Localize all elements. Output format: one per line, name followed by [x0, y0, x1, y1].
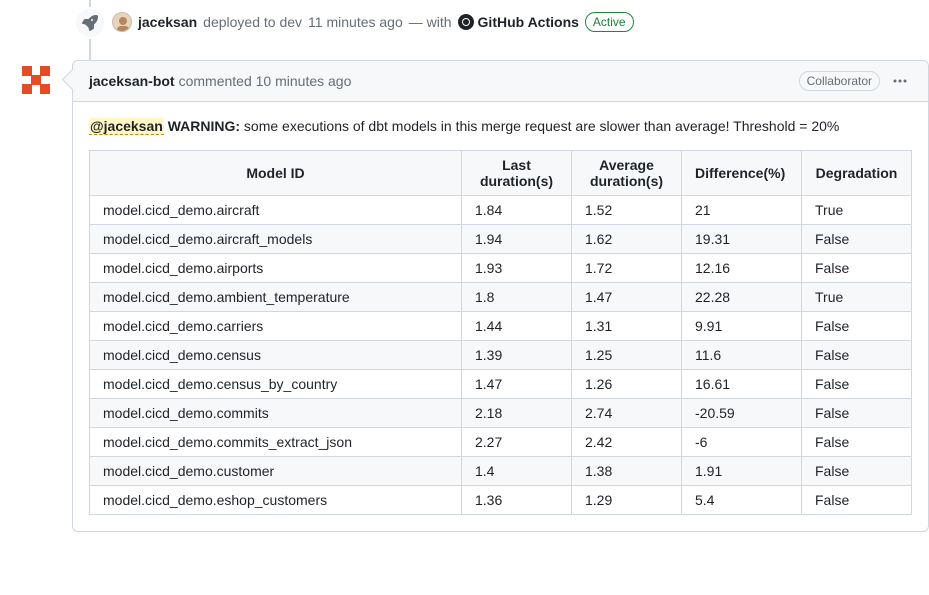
table-row: model.cicd_demo.eshop_customers1.361.295… [90, 486, 912, 515]
status-badge: Active [585, 12, 634, 32]
comment-time-link[interactable]: 10 minutes ago [256, 73, 352, 89]
cell-avg: 1.31 [572, 312, 682, 341]
cell-last: 1.44 [462, 312, 572, 341]
cell-diff: 16.61 [682, 370, 802, 399]
table-row: model.cicd_demo.carriers1.441.319.91Fals… [90, 312, 912, 341]
cell-model_id: model.cicd_demo.ambient_temperature [90, 283, 462, 312]
table-row: model.cicd_demo.customer1.41.381.91False [90, 457, 912, 486]
collaborator-badge: Collaborator [799, 71, 880, 91]
cell-diff: 19.31 [682, 225, 802, 254]
cell-last: 1.8 [462, 283, 572, 312]
cell-model_id: model.cicd_demo.aircraft [90, 196, 462, 225]
cell-last: 2.27 [462, 428, 572, 457]
table-row: model.cicd_demo.census_by_country1.471.2… [90, 370, 912, 399]
col-model-id: Model ID [90, 151, 462, 196]
table-row: model.cicd_demo.ambient_temperature1.81.… [90, 283, 912, 312]
cell-deg: False [802, 399, 912, 428]
deploy-time-link[interactable]: 11 minutes ago [308, 14, 403, 30]
warning-text: some executions of dbt models in this me… [244, 118, 839, 134]
cell-deg: True [802, 196, 912, 225]
cell-deg: False [802, 225, 912, 254]
rocket-icon [74, 7, 106, 39]
cell-model_id: model.cicd_demo.commits [90, 399, 462, 428]
performance-table: Model ID Last duration(s) Average durati… [89, 150, 912, 515]
cell-diff: 11.6 [682, 341, 802, 370]
cell-last: 1.94 [462, 225, 572, 254]
cell-avg: 2.74 [572, 399, 682, 428]
cell-diff: 21 [682, 196, 802, 225]
cell-last: 1.47 [462, 370, 572, 399]
cell-avg: 1.47 [572, 283, 682, 312]
bot-avatar[interactable] [16, 60, 56, 100]
cell-model_id: model.cicd_demo.census [90, 341, 462, 370]
cell-deg: False [802, 254, 912, 283]
comment-body: @jaceksan WARNING: some executions of db… [73, 102, 928, 531]
col-diff: Difference(%) [682, 151, 802, 196]
cell-last: 1.4 [462, 457, 572, 486]
table-row: model.cicd_demo.aircraft1.841.5221True [90, 196, 912, 225]
cell-model_id: model.cicd_demo.census_by_country [90, 370, 462, 399]
cell-avg: 1.25 [572, 341, 682, 370]
cell-deg: False [802, 341, 912, 370]
cell-avg: 1.62 [572, 225, 682, 254]
avatar[interactable] [112, 12, 132, 32]
table-row: model.cicd_demo.airports1.931.7212.16Fal… [90, 254, 912, 283]
cell-diff: -20.59 [682, 399, 802, 428]
cell-diff: 9.91 [682, 312, 802, 341]
col-last: Last duration(s) [462, 151, 572, 196]
cell-avg: 1.26 [572, 370, 682, 399]
table-row: model.cicd_demo.aircraft_models1.941.621… [90, 225, 912, 254]
cell-last: 1.36 [462, 486, 572, 515]
comment-container: jaceksan-bot commented 10 minutes ago Co… [72, 60, 929, 532]
cell-last: 1.39 [462, 341, 572, 370]
cell-deg: False [802, 428, 912, 457]
cell-diff: 12.16 [682, 254, 802, 283]
cell-avg: 1.72 [572, 254, 682, 283]
cell-avg: 2.42 [572, 428, 682, 457]
cell-deg: False [802, 370, 912, 399]
cell-model_id: model.cicd_demo.commits_extract_json [90, 428, 462, 457]
cell-model_id: model.cicd_demo.customer [90, 457, 462, 486]
user-mention-link[interactable]: @jaceksan [89, 118, 164, 135]
cell-model_id: model.cicd_demo.airports [90, 254, 462, 283]
cell-diff: 22.28 [682, 283, 802, 312]
cell-model_id: model.cicd_demo.aircraft_models [90, 225, 462, 254]
table-row: model.cicd_demo.census1.391.2511.6False [90, 341, 912, 370]
table-row: model.cicd_demo.commits2.182.74-20.59Fal… [90, 399, 912, 428]
deploy-author-link[interactable]: jaceksan [138, 14, 197, 30]
kebab-menu-icon[interactable] [888, 69, 912, 93]
github-actions-link[interactable]: GitHub Actions [458, 14, 579, 30]
commented-label: commented [179, 73, 252, 89]
cell-deg: False [802, 457, 912, 486]
deploy-text: deployed to dev [203, 14, 302, 30]
cell-last: 1.84 [462, 196, 572, 225]
cell-avg: 1.29 [572, 486, 682, 515]
cell-model_id: model.cicd_demo.eshop_customers [90, 486, 462, 515]
cell-diff: 1.91 [682, 457, 802, 486]
cell-last: 1.93 [462, 254, 572, 283]
cell-last: 2.18 [462, 399, 572, 428]
table-row: model.cicd_demo.commits_extract_json2.27… [90, 428, 912, 457]
cell-diff: 5.4 [682, 486, 802, 515]
with-separator: — with [409, 14, 452, 30]
cell-model_id: model.cicd_demo.carriers [90, 312, 462, 341]
col-avg: Average duration(s) [572, 151, 682, 196]
warning-line: @jaceksan WARNING: some executions of db… [89, 118, 912, 134]
cell-avg: 1.38 [572, 457, 682, 486]
github-actions-icon [458, 14, 474, 30]
cell-diff: -6 [682, 428, 802, 457]
cell-deg: True [802, 283, 912, 312]
comment-author-link[interactable]: jaceksan-bot [89, 73, 175, 89]
cell-avg: 1.52 [572, 196, 682, 225]
deploy-event-row: jaceksan deployed to dev 11 minutes ago … [0, 0, 929, 44]
comment-header: jaceksan-bot commented 10 minutes ago Co… [73, 61, 928, 102]
cell-deg: False [802, 486, 912, 515]
col-deg: Degradation [802, 151, 912, 196]
cell-deg: False [802, 312, 912, 341]
warning-label: WARNING: [168, 118, 240, 134]
